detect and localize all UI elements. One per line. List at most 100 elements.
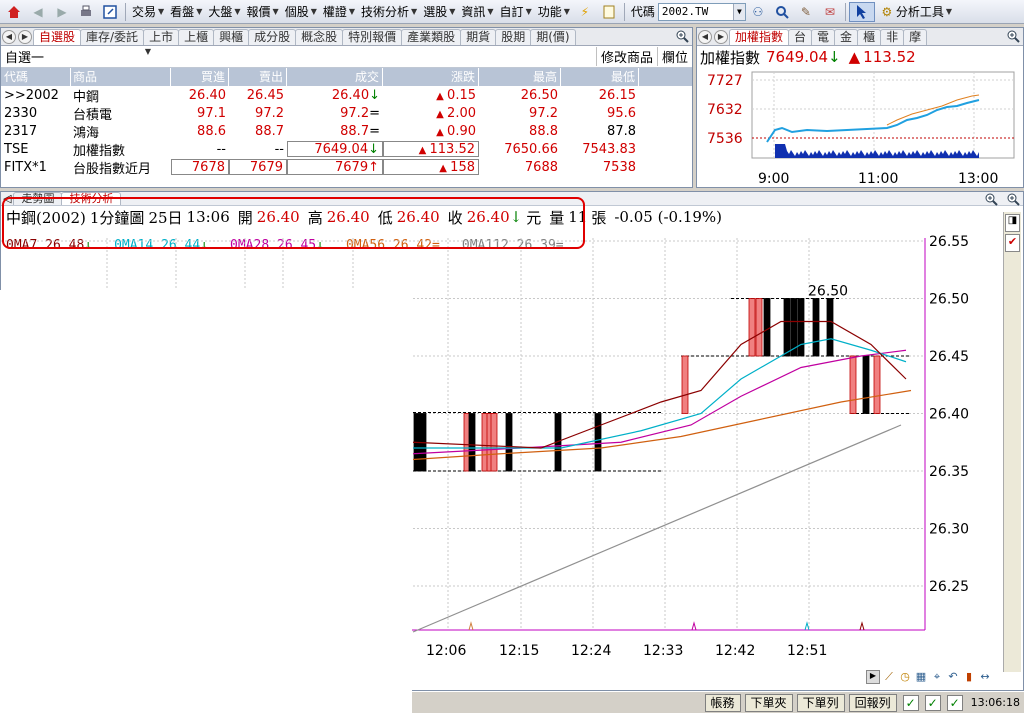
- status-checkbox-3[interactable]: ✓: [946, 694, 963, 711]
- tab-scroll-right-icon[interactable]: ▶: [18, 29, 32, 44]
- resize-icon[interactable]: ↔: [978, 670, 992, 684]
- forward-button[interactable]: ▶: [50, 2, 74, 22]
- back-button[interactable]: ◀: [26, 2, 50, 22]
- menu-7[interactable]: 選股 ▼: [420, 2, 458, 22]
- watchlist-tabs: ◀ ▶ 自選股 庫存/委託 上市 上櫃 興櫃 成分股 概念股 特別報價 產業類股 期貨 股期 期(價): [1, 28, 692, 46]
- column-header[interactable]: 買進: [171, 68, 229, 86]
- table-row[interactable]: 2317 鴻海 88.6 88.7 88.7= ▲ 0.90 88.8 87.8: [1, 122, 692, 141]
- menu-10[interactable]: 功能 ▼: [535, 2, 573, 22]
- column-header[interactable]: 代碼: [1, 68, 71, 86]
- undo-icon[interactable]: ↶: [946, 670, 960, 684]
- table-row[interactable]: FITX*1 台股指數近月 7678 7679 7679↑ ▲ 158 7688 7538: [1, 158, 692, 177]
- tab-index-4[interactable]: 櫃: [857, 29, 882, 45]
- bar-chart-icon[interactable]: ▮: [962, 670, 976, 684]
- code-input[interactable]: 2002.TW ▼: [657, 2, 746, 21]
- tab-watchlist-2[interactable]: 上市: [143, 29, 180, 45]
- chevron-down-icon: ▼: [234, 7, 241, 16]
- search-button[interactable]: [770, 2, 794, 22]
- tab-index-1[interactable]: 台: [788, 29, 813, 45]
- zoom-icon[interactable]: [1006, 29, 1021, 44]
- ask-cell: 26.45: [246, 87, 284, 103]
- analysis-tool-menu[interactable]: ⚙ 分析工具 ▼: [875, 2, 955, 22]
- lightning-button[interactable]: ⚡: [573, 2, 597, 22]
- zoom-icon[interactable]: [1006, 192, 1021, 207]
- tab-watchlist-10[interactable]: 股期: [495, 29, 532, 45]
- menu-9[interactable]: 自訂 ▼: [497, 2, 535, 22]
- popup-button[interactable]: [98, 2, 122, 22]
- status-button-2[interactable]: 下單列: [796, 693, 845, 712]
- menu-5[interactable]: 權證 ▼: [320, 2, 358, 22]
- table-row[interactable]: TSE 加權指數 -- -- 7649.04↓ ▲ 113.52 7650.66 7543.8…: [1, 140, 692, 159]
- print-button[interactable]: [74, 2, 98, 22]
- scroll-right-icon[interactable]: ▶: [866, 670, 880, 684]
- menu-6[interactable]: 技術分析 ▼: [358, 2, 420, 22]
- tab-scroll-left-icon[interactable]: ◀: [2, 29, 16, 44]
- column-header[interactable]: 成交: [287, 68, 383, 86]
- menu-3[interactable]: 報價 ▼: [244, 2, 282, 22]
- external-window-icon: [101, 3, 119, 21]
- tab-watchlist-4[interactable]: 興櫃: [213, 29, 250, 45]
- bid-cell: 7678: [171, 159, 229, 175]
- notepad-button[interactable]: [597, 2, 621, 22]
- zoom-icon[interactable]: [675, 29, 690, 44]
- status-checkbox-1[interactable]: ✓: [902, 694, 919, 711]
- tab-index-2[interactable]: 電: [811, 29, 836, 45]
- tab-watchlist-0[interactable]: 自選股: [33, 29, 82, 45]
- x-tick-label: 12:33: [643, 643, 683, 659]
- tab-scroll-left-icon[interactable]: ◀: [698, 29, 712, 44]
- tab-index-0[interactable]: 加權指數: [729, 29, 790, 45]
- tab-watchlist-11[interactable]: 期(價): [530, 29, 576, 45]
- chevron-down-icon[interactable]: ▼: [732, 3, 745, 20]
- status-checkbox-2[interactable]: ✓: [924, 694, 941, 711]
- volume-tick: [691, 621, 697, 631]
- tools-button[interactable]: ✎: [794, 2, 818, 22]
- trend-tool-icon[interactable]: ⟋: [882, 670, 896, 684]
- side-toggle-button[interactable]: ◨: [1005, 214, 1020, 232]
- column-header[interactable]: 賣出: [229, 68, 287, 86]
- tab-watchlist-8[interactable]: 產業類股: [401, 29, 462, 45]
- tab-watchlist-6[interactable]: 概念股: [295, 29, 344, 45]
- change-value: 0.15: [447, 87, 476, 103]
- y-tick-label: 26.30: [929, 522, 969, 538]
- table-row[interactable]: >>2002 中鋼 26.40 26.45 26.40↓ ▲ 0.15 26.50 26.15: [1, 86, 692, 105]
- home-button[interactable]: [2, 2, 26, 22]
- last-cell: 26.40↓: [287, 88, 383, 103]
- tab-index-3[interactable]: 金: [834, 29, 859, 45]
- status-button-1[interactable]: 下單夾: [744, 693, 793, 712]
- menu-8[interactable]: 資訊 ▼: [458, 2, 496, 22]
- tab-watchlist-1[interactable]: 庫存/委託: [80, 29, 145, 45]
- menu-2[interactable]: 大盤 ▼: [205, 2, 243, 22]
- main-toolbar: ◀ ▶ 交易 ▼ 看盤 ▼ 大盤 ▼ 報價 ▼ 個股 ▼ 權證 ▼ 技術分析 ▼ 選股 ▼ 資訊 ▼ 自訂 ▼ 功能 ▼ …: [0, 0, 1024, 24]
- menu-0[interactable]: 交易 ▼: [129, 2, 167, 22]
- tab-watchlist-7[interactable]: 特別報價: [342, 29, 403, 45]
- high-cell: 7650.66: [504, 141, 558, 157]
- quote-button[interactable]: ⚇: [746, 2, 770, 22]
- zoom-icon[interactable]: [984, 192, 999, 207]
- menu-4[interactable]: 個股 ▼: [282, 2, 320, 22]
- tab-watchlist-9[interactable]: 期貨: [460, 29, 497, 45]
- clock-icon[interactable]: ◷: [898, 670, 912, 684]
- tab-index-6[interactable]: 摩: [903, 29, 928, 45]
- status-button-0[interactable]: 帳務: [704, 693, 741, 712]
- column-header[interactable]: 最高: [479, 68, 561, 86]
- menu-1[interactable]: 看盤 ▼: [167, 2, 205, 22]
- table-row[interactable]: 2330 台積電 97.1 97.2 97.2= ▲ 2.00 97.2 95.6: [1, 104, 692, 123]
- side-check-icon[interactable]: ✔: [1005, 234, 1020, 252]
- tab-scroll-right-icon[interactable]: ▶: [714, 29, 728, 44]
- cursor-button[interactable]: [848, 1, 875, 22]
- column-settings-button[interactable]: 欄位: [656, 47, 692, 66]
- column-header[interactable]: 商品: [71, 68, 171, 86]
- tab-watchlist-3[interactable]: 上櫃: [178, 29, 215, 45]
- alert-button[interactable]: ✉: [818, 2, 842, 22]
- modify-items-button[interactable]: 修改商品: [595, 47, 657, 66]
- column-header[interactable]: 最低: [561, 68, 639, 86]
- status-button-3[interactable]: 回報列: [848, 693, 897, 712]
- tab-index-5[interactable]: 非: [880, 29, 905, 45]
- column-header[interactable]: 漲跌: [383, 68, 479, 86]
- tab-watchlist-5[interactable]: 成分股: [248, 29, 297, 45]
- blank-region: [0, 290, 412, 713]
- group-select[interactable]: 自選一 ▼: [1, 47, 151, 66]
- x-tick-label: 11:00: [858, 171, 898, 185]
- grid-icon[interactable]: ▦: [914, 670, 928, 684]
- crosshair-icon[interactable]: ⌖: [930, 670, 944, 684]
